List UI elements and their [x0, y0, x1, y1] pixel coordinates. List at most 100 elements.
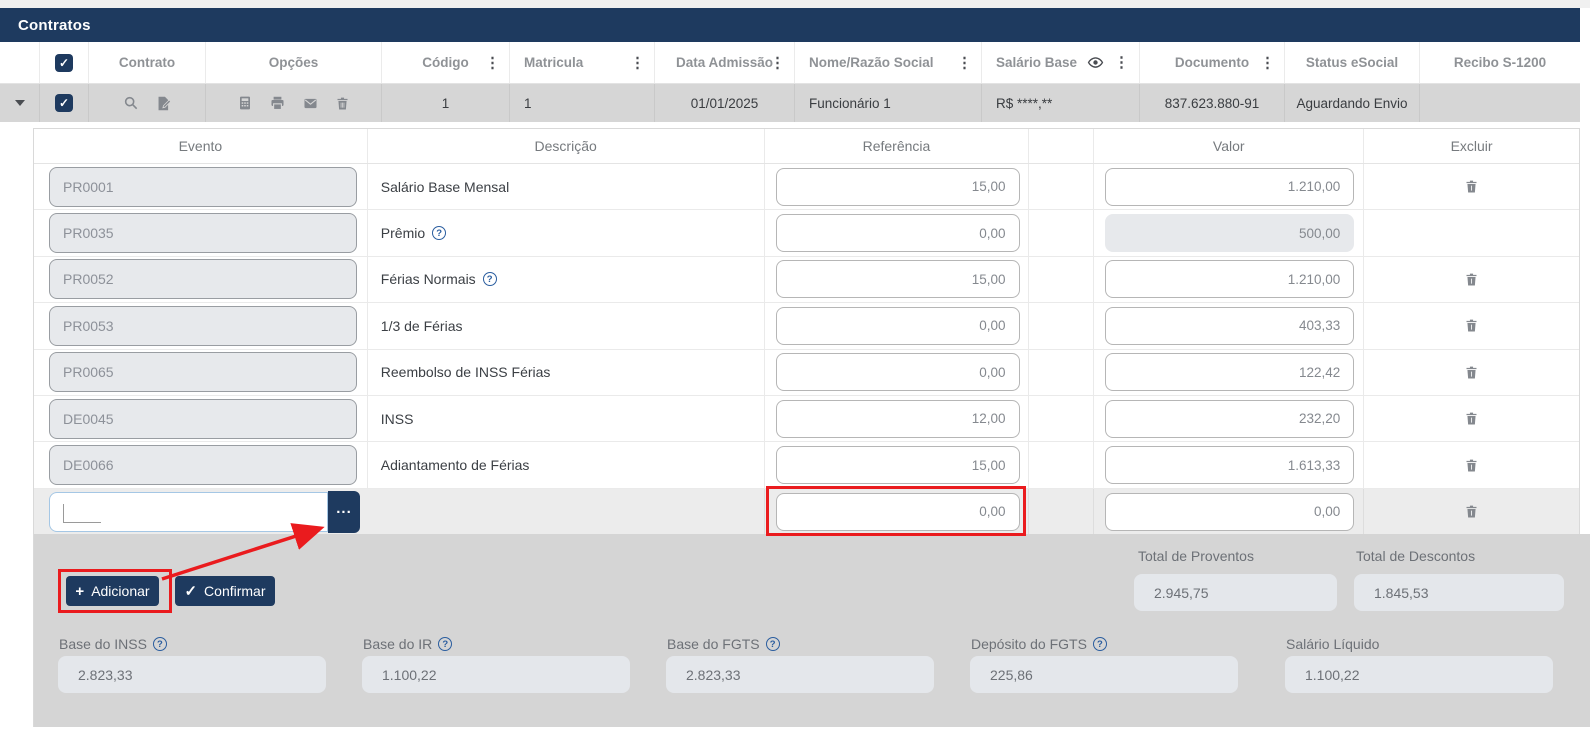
valor-input[interactable]: 232,20 [1105, 399, 1355, 438]
mail-icon[interactable] [302, 95, 319, 112]
new-evento-code-input[interactable] [49, 491, 328, 532]
cell-codigo: 1 [382, 84, 510, 122]
detail-header-excluir: Excluir [1450, 138, 1493, 154]
event-row: PR0053 1/3 de Férias 0,00 403,33 [34, 303, 1579, 350]
detail-header-valor: Valor [1094, 129, 1365, 163]
evento-code-input[interactable]: DE0066 [49, 445, 357, 486]
base-ir-label: Base do IR [363, 636, 453, 652]
header-codigo[interactable]: Código ⋮ [382, 42, 510, 83]
edit-contract-icon[interactable] [155, 95, 172, 112]
header-opcoes[interactable]: Opções [206, 42, 382, 83]
select-all-checkbox[interactable]: ✓ [55, 53, 73, 72]
cell-documento: 837.623.880-91 [1140, 84, 1285, 122]
event-row: DE0045 INSS 12,00 232,20 [34, 395, 1579, 443]
header-contrato[interactable]: Contrato [89, 42, 206, 83]
valor-input[interactable]: 1.210,00 [1105, 167, 1355, 206]
column-menu-icon[interactable]: ⋮ [630, 55, 645, 70]
referencia-input[interactable]: 15,00 [775, 167, 1020, 206]
base-inss-label: Base do INSS [59, 636, 167, 652]
delete-event-icon[interactable] [1464, 272, 1479, 287]
header-documento[interactable]: Documento ⋮ [1140, 42, 1285, 83]
event-row: DE0066 Adiantamento de Férias 15,00 1.61… [34, 442, 1579, 489]
delete-icon[interactable] [335, 96, 350, 111]
contract-row[interactable]: ✓ 1 1 01/01/2025 Funcionário 1 R$ ****,*… [0, 84, 1580, 122]
deposito-fgts-value: 225,86 [970, 656, 1238, 693]
row-expander[interactable] [0, 84, 40, 122]
new-valor-input[interactable]: 0,00 [1105, 492, 1355, 531]
help-icon[interactable] [765, 637, 780, 651]
delete-event-icon[interactable] [1464, 411, 1479, 426]
detail-header-evento: Evento [34, 129, 368, 163]
column-menu-icon[interactable]: ⋮ [770, 55, 785, 70]
event-description: Férias Normais [380, 271, 476, 288]
event-description: Prêmio [380, 225, 426, 242]
column-menu-icon[interactable]: ⋮ [957, 55, 972, 70]
referencia-input[interactable]: 0,00 [775, 214, 1020, 253]
total-descontos-label: Total de Descontos [1356, 548, 1476, 564]
delete-event-icon[interactable] [1464, 365, 1479, 380]
delete-event-icon[interactable] [1464, 458, 1479, 473]
column-menu-icon[interactable]: ⋮ [1114, 55, 1129, 70]
referencia-input[interactable]: 0,00 [775, 353, 1020, 392]
cell-matricula: 1 [510, 84, 655, 122]
event-row: PR0052 Férias Normais 15,00 1.210,00 [34, 256, 1579, 304]
delete-event-icon[interactable] [1464, 504, 1479, 519]
base-ir-value: 1.100,22 [362, 656, 630, 693]
detail-header-referencia: Referência [765, 129, 1030, 163]
search-icon[interactable] [123, 95, 139, 111]
grid-header: ✓ Contrato Opções Código ⋮ Matricula ⋮ Dat… [0, 42, 1580, 84]
base-fgts-value: 2.823,33 [666, 656, 934, 693]
help-icon[interactable] [152, 637, 167, 651]
header-select-all[interactable]: ✓ [40, 42, 89, 83]
valor-input[interactable]: 1.613,33 [1105, 446, 1355, 485]
help-icon[interactable] [432, 226, 447, 241]
valor-input-disabled: 500,00 [1105, 214, 1355, 253]
row-select[interactable]: ✓ [40, 84, 89, 122]
header-status-esocial[interactable]: Status eSocial [1285, 42, 1420, 83]
plus-icon: + [75, 582, 85, 600]
help-icon[interactable] [482, 272, 497, 287]
evento-code-input[interactable]: PR0065 [49, 352, 357, 393]
eye-icon[interactable] [1087, 54, 1104, 71]
evento-code-input[interactable]: PR0053 [49, 305, 357, 346]
delete-event-icon[interactable] [1464, 318, 1479, 333]
evento-code-input[interactable]: PR0001 [49, 166, 357, 207]
confirm-button[interactable]: ✓ Confirmar [175, 576, 275, 606]
column-menu-icon[interactable]: ⋮ [1260, 55, 1275, 70]
header-data-admissao[interactable]: Data Admissão ⋮ [655, 42, 795, 83]
valor-input[interactable]: 1.210,00 [1105, 260, 1355, 299]
referencia-input[interactable]: 12,00 [775, 399, 1020, 438]
help-icon[interactable] [1092, 637, 1107, 651]
row-checkbox[interactable]: ✓ [55, 94, 73, 112]
evento-code-input[interactable]: PR0052 [49, 259, 357, 300]
print-icon[interactable] [269, 95, 286, 112]
referencia-input[interactable]: 15,00 [775, 260, 1020, 299]
event-description: Reembolso de INSS Férias [380, 364, 551, 381]
top-strip [0, 0, 1590, 8]
event-description: INSS [380, 410, 414, 427]
header-recibo[interactable]: Recibo S-1200 [1420, 42, 1580, 83]
total-descontos-value: 1.845,53 [1354, 574, 1564, 611]
header-salario-base[interactable]: Salário Base ⋮ [982, 42, 1140, 83]
valor-input[interactable]: 403,33 [1105, 306, 1355, 345]
referencia-input[interactable]: 0,00 [775, 306, 1020, 345]
valor-input[interactable]: 122,42 [1105, 353, 1355, 392]
check-icon: ✓ [184, 582, 198, 600]
detail-header-spacer [1029, 129, 1095, 163]
delete-event-icon[interactable] [1464, 179, 1479, 194]
referencia-input[interactable]: 15,00 [775, 446, 1020, 485]
title-bar: Contratos [0, 8, 1580, 42]
header-nome[interactable]: Nome/Razão Social ⋮ [795, 42, 982, 83]
column-menu-icon[interactable]: ⋮ [485, 55, 500, 70]
evento-code-input[interactable]: PR0035 [49, 213, 357, 254]
new-event-row: ... 0,00 0,00 [34, 488, 1579, 536]
event-row: PR0065 Reembolso de INSS Férias 0,00 122… [34, 349, 1579, 396]
calculator-icon[interactable] [237, 95, 253, 111]
page-title: Contratos [18, 16, 91, 34]
evento-code-input[interactable]: DE0045 [49, 398, 357, 439]
header-matricula[interactable]: Matricula ⋮ [510, 42, 655, 83]
add-event-button[interactable]: + Adicionar [66, 576, 159, 606]
help-icon[interactable] [438, 637, 453, 651]
evento-lookup-button[interactable]: ... [328, 490, 360, 533]
new-referencia-input[interactable]: 0,00 [775, 492, 1020, 531]
